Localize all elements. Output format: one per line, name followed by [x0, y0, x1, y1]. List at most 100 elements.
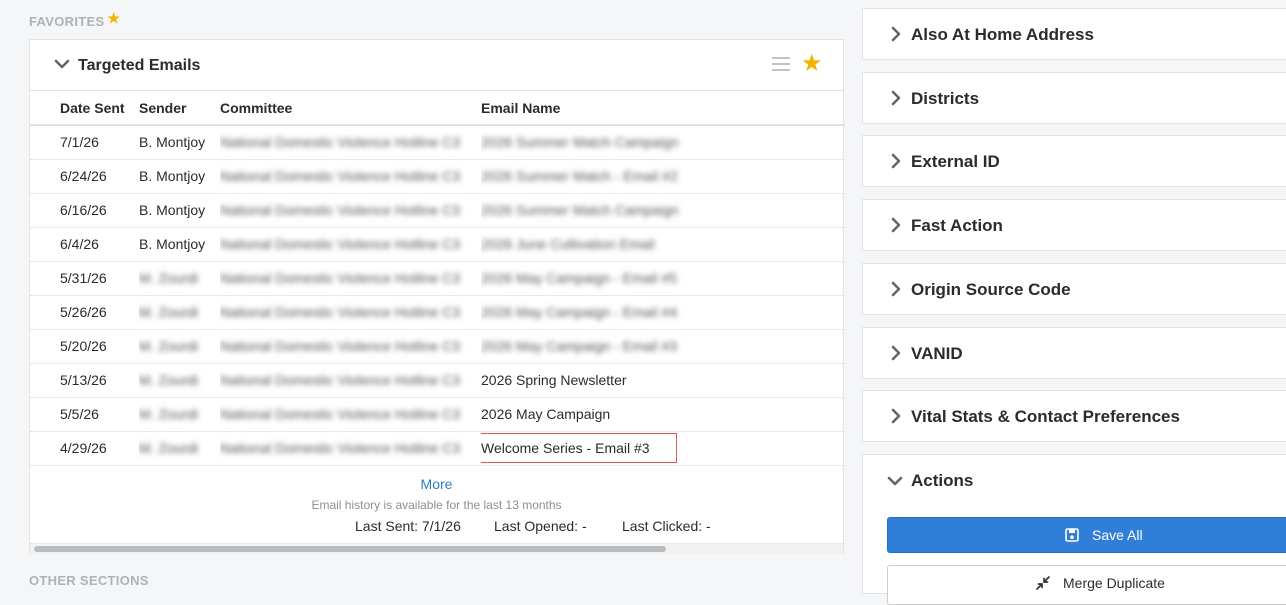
committee-cell: National Domestic Violence Hotline C3	[220, 338, 461, 354]
favorites-heading: FAVORITES ★	[29, 10, 121, 30]
table-row: 5/26/26 M. Zourdi National Domestic Viol…	[30, 295, 845, 330]
sender-cell: M. Zourdi	[139, 304, 199, 320]
table-row: 5/31/26 M. Zourdi National Domestic Viol…	[30, 261, 845, 296]
accordion-label: Fast Action	[911, 216, 1003, 235]
committee-cell: National Domestic Violence Hotline C3	[220, 440, 461, 456]
sender-cell: M. Zourdi	[139, 372, 199, 388]
email-name-cell: 2026 Summer Match - Email #2	[481, 168, 678, 184]
accordion-label: Also At Home Address	[911, 25, 1094, 44]
date-cell: 6/16/26	[30, 193, 139, 228]
email-name-cell: 2026 Summer Match Campaign	[481, 134, 679, 151]
accordion-label: Districts	[911, 89, 980, 108]
chevron-right-icon	[891, 345, 901, 361]
table-row: 5/5/26 M. Zourdi National Domestic Viole…	[30, 397, 845, 432]
favorites-star-icon: ★	[107, 10, 121, 26]
last-sent: Last Sent: 7/1/26	[355, 518, 461, 534]
chevron-right-icon	[891, 90, 901, 106]
email-name-cell: 2026 May Campaign - Email #5	[481, 270, 678, 286]
more-link[interactable]: More	[30, 476, 843, 492]
sender-cell: B. Montjoy	[139, 125, 220, 160]
date-cell: 6/4/26	[30, 227, 139, 262]
merge-icon	[1036, 576, 1050, 590]
chevron-right-icon	[891, 408, 901, 424]
sender-cell: M. Zourdi	[139, 338, 199, 354]
email-name-cell: 2026 May Campaign	[481, 397, 845, 432]
save-all-label: Save All	[1092, 527, 1143, 543]
chevron-right-icon	[891, 217, 901, 233]
date-cell: 5/13/26	[30, 363, 139, 398]
committee-cell: National Domestic Violence Hotline C3	[220, 134, 461, 151]
chevron-right-icon	[891, 153, 901, 169]
accordion-label: VANID	[911, 344, 963, 363]
sender-cell: M. Zourdi	[139, 406, 199, 422]
column-header-date-sent[interactable]: Date Sent	[30, 91, 139, 126]
accordion-label: External ID	[911, 152, 1000, 171]
email-name-cell: 2026 May Campaign - Email #3	[481, 338, 678, 354]
table-row: 4/29/26 M. Zourdi National Domestic Viol…	[30, 431, 845, 466]
table-row: 7/1/26 B. Montjoy National Domestic Viol…	[30, 125, 845, 160]
committee-cell: National Domestic Violence Hotline C3	[220, 372, 461, 388]
targeted-emails-title: Targeted Emails	[78, 57, 201, 74]
accordion-districts[interactable]: Districts	[862, 72, 1286, 124]
sender-cell: M. Zourdi	[139, 440, 199, 456]
table-row: 6/4/26 B. Montjoy National Domestic Viol…	[30, 227, 845, 262]
favorites-label: FAVORITES	[29, 14, 105, 29]
date-cell: 5/31/26	[30, 261, 139, 296]
table-row: 5/13/26 M. Zourdi National Domestic Viol…	[30, 363, 845, 398]
scrollbar-thumb[interactable]	[34, 546, 666, 552]
sender-cell: B. Montjoy	[139, 227, 220, 262]
accordion-vital-stats[interactable]: Vital Stats & Contact Preferences	[862, 390, 1286, 442]
list-menu-icon[interactable]	[772, 56, 790, 72]
table-header-row: Date Sent Sender Committee Email Name	[30, 91, 845, 126]
email-name-cell: 2026 Summer Match Campaign	[481, 202, 679, 218]
save-all-button[interactable]: Save All	[887, 517, 1286, 553]
save-icon	[1065, 528, 1079, 542]
column-header-committee[interactable]: Committee	[220, 91, 481, 126]
column-header-sender[interactable]: Sender	[139, 91, 220, 126]
last-opened: Last Opened: -	[494, 518, 587, 534]
chevron-right-icon	[891, 26, 901, 42]
sender-cell: B. Montjoy	[139, 159, 220, 194]
chevron-down-icon[interactable]	[54, 58, 70, 70]
other-sections-heading: OTHER SECTIONS	[29, 573, 149, 588]
emails-table: Date Sent Sender Committee Email Name 7/…	[30, 91, 845, 466]
email-name-cell-highlighted: Welcome Series - Email #3	[481, 433, 677, 463]
date-cell: 4/29/26	[30, 431, 139, 466]
horizontal-scrollbar[interactable]	[30, 543, 843, 554]
committee-cell: National Domestic Violence Hotline C3	[220, 406, 461, 422]
email-name-cell: 2026 June Cultivation Email	[481, 236, 655, 252]
table-row: 6/16/26 B. Montjoy National Domestic Vio…	[30, 193, 845, 228]
email-history-note: Email history is available for the last …	[311, 498, 562, 512]
date-cell: 5/20/26	[30, 329, 139, 364]
accordion-fast-action[interactable]: Fast Action	[862, 199, 1286, 251]
accordion-label: Actions	[911, 471, 974, 490]
date-cell: 5/26/26	[30, 295, 139, 330]
committee-cell: National Domestic Violence Hotline C3	[220, 236, 461, 252]
committee-cell: National Domestic Violence Hotline C3	[220, 168, 461, 184]
accordion-vanid[interactable]: VANID	[862, 327, 1286, 379]
committee-cell: National Domestic Violence Hotline C3	[220, 270, 461, 286]
sender-cell: B. Montjoy	[139, 193, 220, 228]
column-header-email-name[interactable]: Email Name	[481, 91, 845, 126]
committee-cell: National Domestic Violence Hotline C3	[220, 304, 461, 320]
date-cell: 7/1/26	[30, 125, 139, 160]
accordion-origin-source-code[interactable]: Origin Source Code	[862, 263, 1286, 315]
committee-cell: National Domestic Violence Hotline C3	[220, 202, 461, 218]
accordion-label: Origin Source Code	[911, 280, 1071, 299]
date-cell: 6/24/26	[30, 159, 139, 194]
merge-duplicate-label: Merge Duplicate	[1063, 575, 1165, 591]
table-row: 6/24/26 B. Montjoy National Domestic Vio…	[30, 159, 845, 194]
targeted-emails-panel: Targeted Emails ★ Date Sent Sender Commi…	[29, 39, 845, 554]
email-name-cell: 2026 Spring Newsletter	[481, 363, 845, 398]
last-clicked: Last Clicked: -	[622, 518, 711, 534]
favorite-star-icon[interactable]: ★	[801, 52, 823, 76]
accordion-also-at-home-address[interactable]: Also At Home Address	[862, 8, 1286, 60]
sender-cell: M. Zourdi	[139, 270, 199, 286]
accordion-label: Vital Stats & Contact Preferences	[911, 407, 1180, 426]
date-cell: 5/5/26	[30, 397, 139, 432]
table-row: 5/20/26 M. Zourdi National Domestic Viol…	[30, 329, 845, 364]
targeted-emails-header[interactable]: Targeted Emails ★	[30, 40, 843, 91]
merge-duplicate-button[interactable]: Merge Duplicate	[887, 565, 1286, 605]
accordion-external-id[interactable]: External ID	[862, 135, 1286, 187]
chevron-down-icon	[887, 476, 903, 486]
